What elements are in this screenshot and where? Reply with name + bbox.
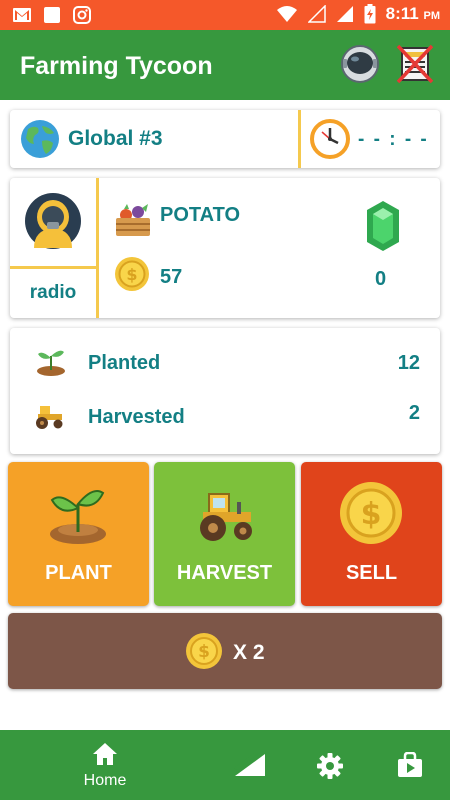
player-card: radio POTATO $ 57 0 (10, 178, 440, 318)
stats-card: Planted 12 Harvested 2 (10, 328, 440, 454)
nav-home[interactable]: Home (55, 730, 155, 800)
emerald-gem-icon (367, 201, 399, 251)
status-time: 8:11 PM (385, 4, 440, 23)
stat-value: 2 (408, 402, 420, 424)
nav-stats[interactable] (225, 730, 275, 800)
sell-button[interactable]: $ SELL (301, 462, 442, 606)
app-bar: Farming Tycoon (0, 30, 450, 100)
svg-text:$: $ (126, 265, 137, 284)
plant-button[interactable]: PLANT (8, 462, 149, 606)
plant-label: PLANT (45, 562, 112, 584)
nav-shop[interactable] (385, 730, 435, 800)
dollar-coin-icon: $ (115, 257, 149, 291)
wifi-icon (276, 6, 297, 22)
gear-icon (317, 753, 343, 779)
sell-label: SELL (345, 562, 398, 584)
dollar-coin-icon: $ (186, 633, 222, 669)
square-icon (44, 7, 60, 23)
divider (10, 266, 98, 269)
player-name: radio (29, 282, 77, 303)
global-rank-label: Global #3 (68, 127, 163, 150)
divider (298, 110, 301, 168)
dollar-coin-icon: $ (340, 482, 402, 544)
home-icon (93, 743, 117, 765)
tractor-icon (36, 406, 63, 429)
stat-label: Planted (88, 352, 161, 374)
harvest-button[interactable]: HARVEST (154, 462, 295, 606)
svg-text:$: $ (198, 642, 210, 662)
battery-icon (364, 4, 376, 24)
sprout-icon (50, 490, 106, 544)
hazmat-avatar-icon[interactable] (24, 192, 82, 250)
svg-text:$: $ (361, 497, 382, 532)
status-bar: 8:11 PM (0, 0, 450, 30)
stat-label: Harvested (88, 406, 185, 428)
double-coins-button[interactable]: $ X 2 (8, 613, 442, 689)
gem-count: 0 (375, 268, 387, 290)
crop-name: POTATO (160, 204, 240, 226)
shopping-bag-icon (398, 752, 422, 777)
bottom-navigation: Home (0, 730, 450, 800)
stat-value: 12 (397, 352, 420, 374)
clock-icon (310, 119, 350, 159)
stats-ramp-icon (234, 753, 265, 776)
divider (96, 178, 99, 318)
tractor-icon (200, 493, 252, 541)
astronaut-icon[interactable] (340, 44, 380, 84)
multiplier-label: X 2 (233, 641, 265, 664)
no-ads-icon[interactable] (396, 44, 434, 84)
globe-icon (21, 120, 59, 158)
instagram-icon (73, 6, 91, 24)
nav-settings[interactable] (305, 730, 355, 800)
global-rank-card[interactable]: Global #3 - - : - - (10, 110, 440, 168)
app-title: Farming Tycoon (20, 52, 213, 80)
vegetable-crate-icon (116, 204, 150, 236)
countdown-timer: - - : - - (358, 129, 429, 150)
signal-icon (336, 6, 353, 22)
nav-home-label: Home (83, 772, 127, 789)
coin-count: 57 (160, 266, 183, 288)
gmail-icon (13, 8, 31, 22)
sprout-icon (37, 350, 65, 376)
harvest-label: HARVEST (176, 562, 273, 584)
signal-icon (307, 5, 326, 23)
